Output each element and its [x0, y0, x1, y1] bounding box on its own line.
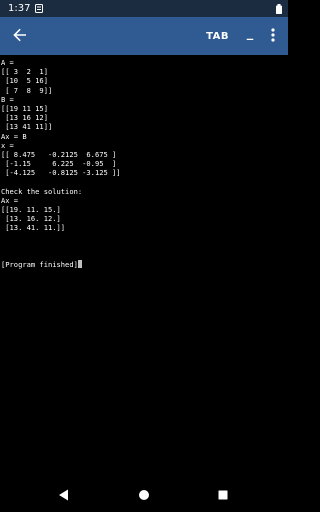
- battery-icon: [276, 3, 282, 14]
- app-bar: TAB _: [0, 17, 288, 55]
- nav-home-button[interactable]: [135, 486, 153, 504]
- nav-back-button[interactable]: [55, 486, 73, 504]
- terminal-line: [13 16 12]: [1, 113, 48, 123]
- terminal-line: Ax =: [1, 195, 19, 205]
- more-vert-icon: [271, 27, 275, 46]
- program-finished-text: [Program finished]: [1, 260, 78, 270]
- arrow-left-icon: [13, 27, 27, 46]
- terminal-line: [[19 11 15]: [1, 103, 48, 113]
- terminal-line: Ax = B: [1, 131, 27, 141]
- terminal-output[interactable]: A = [[ 3 2 1] [10 5 16] [ 7 8 9]] B = [[…: [0, 55, 288, 478]
- terminal-cursor: [77, 260, 82, 269]
- terminal-line: [-4.125 -0.8125 -3.125 ]]: [1, 168, 121, 178]
- terminal-line: [[ 3 2 1]: [1, 67, 48, 77]
- terminal-line: [-1.15 6.225 -0.95 ]: [1, 159, 117, 169]
- tab-key-button[interactable]: TAB: [197, 17, 238, 55]
- terminal-line: Check the solution:: [1, 186, 83, 196]
- status-time: 1:37: [8, 3, 31, 14]
- square-recents-icon: [214, 489, 232, 508]
- terminal-line: [13. 16. 12.]: [1, 214, 61, 224]
- triangle-back-icon: [55, 489, 73, 508]
- status-bar: 1:37: [0, 0, 288, 17]
- terminal-line: A =: [1, 58, 14, 67]
- back-button[interactable]: [2, 17, 38, 55]
- terminal-line: x =: [1, 140, 14, 150]
- terminal-line: B =: [1, 94, 14, 104]
- terminal-line: [ 7 8 9]]: [1, 85, 53, 95]
- navigation-bar: [0, 478, 288, 512]
- terminal-line: [[ 8.475 -0.2125 6.675 ]: [1, 149, 117, 159]
- terminal-line: [13. 41. 11.]]: [1, 223, 66, 233]
- terminal-line: [[19. 11. 15.]: [1, 205, 61, 214]
- nav-recents-button[interactable]: [214, 486, 232, 504]
- notification-icon: [35, 4, 44, 13]
- circle-home-icon: [135, 489, 153, 508]
- terminal-line: [10 5 16]: [1, 76, 48, 86]
- more-options-button[interactable]: [262, 17, 284, 55]
- terminal-line: [13 41 11]]: [1, 122, 53, 132]
- terminal-prompt-line: [Program finished]: [1, 260, 288, 269]
- underscore-key-button[interactable]: _: [238, 17, 262, 55]
